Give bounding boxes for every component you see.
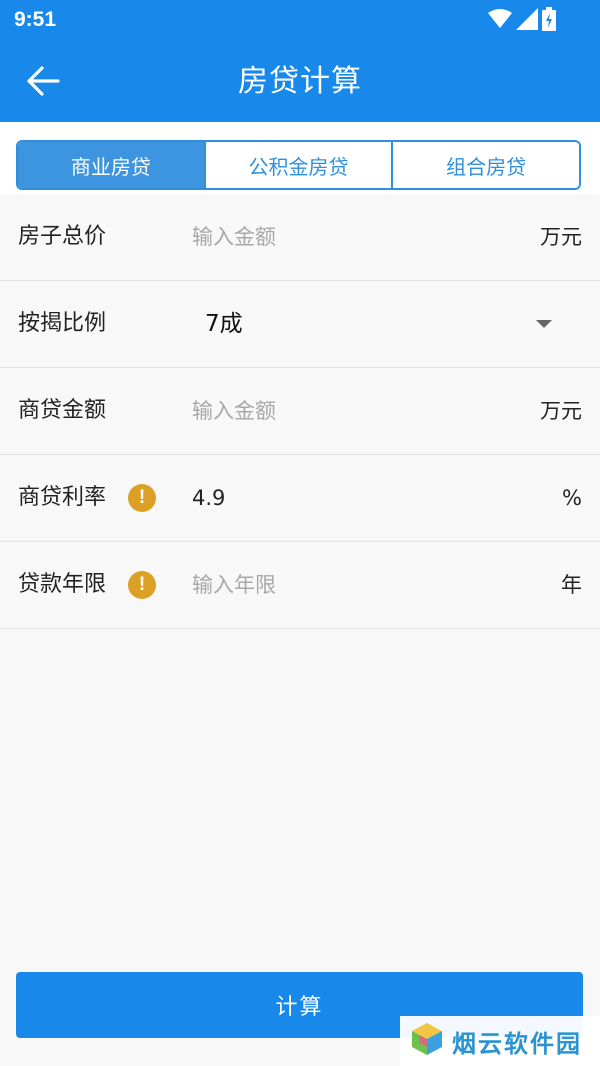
loan-amount-input[interactable] [192,390,492,432]
page-title: 房贷计算 [238,64,362,99]
exclamation-circle-icon[interactable]: ! [128,484,156,512]
down-payment-ratio-row[interactable]: 按揭比例 7成 [0,281,600,368]
total-price-unit: 万元 [540,225,582,249]
loan-amount-row: 商贷金额 万元 [0,368,600,455]
signal-icon [516,8,538,34]
loan-amount-unit: 万元 [540,399,582,423]
loan-form: 房子总价 万元 按揭比例 7成 商贷金额 万元 商贷利率 ! % 贷款年限 ! … [0,194,600,629]
total-price-input[interactable] [192,216,492,258]
loan-amount-label: 商贷金额 [18,398,107,423]
loan-term-row: 贷款年限 ! 年 [0,542,600,629]
total-price-label: 房子总价 [18,224,107,249]
exclamation-circle-icon[interactable]: ! [128,571,156,599]
cube-logo-icon [410,1021,444,1061]
arrow-left-icon [26,66,60,100]
down-payment-ratio-select[interactable]: 7成 [205,281,243,367]
interest-rate-row: 商贷利率 ! % [0,455,600,542]
loan-term-label: 贷款年限 [18,572,107,597]
app-bar: 房贷计算 [0,42,600,122]
interest-rate-input[interactable] [192,477,492,519]
watermark-text: 烟云软件园 [452,1029,582,1058]
back-button[interactable] [18,58,68,108]
wifi-icon [488,9,512,33]
loan-type-tabbar: 商业房贷 公积金房贷 组合房贷 [0,122,600,194]
status-icons [488,7,556,35]
status-time: 9:51 [14,8,57,31]
loan-term-input[interactable] [192,564,492,606]
down-payment-ratio-label: 按揭比例 [18,311,107,336]
loan-type-segmented-control: 商业房贷 公积金房贷 组合房贷 [16,140,581,190]
interest-rate-unit: % [562,486,582,510]
tab-commercial-loan[interactable]: 商业房贷 [18,142,204,188]
status-bar: 9:51 [0,0,600,42]
total-price-row: 房子总价 万元 [0,194,600,281]
battery-icon [542,7,556,35]
loan-term-unit: 年 [561,573,582,597]
tab-combined-loan[interactable]: 组合房贷 [391,142,579,188]
interest-rate-label: 商贷利率 [18,485,107,510]
watermark: 烟云软件园 [400,1016,600,1066]
caret-down-icon[interactable] [536,320,552,328]
tab-provident-fund-loan[interactable]: 公积金房贷 [203,142,392,188]
